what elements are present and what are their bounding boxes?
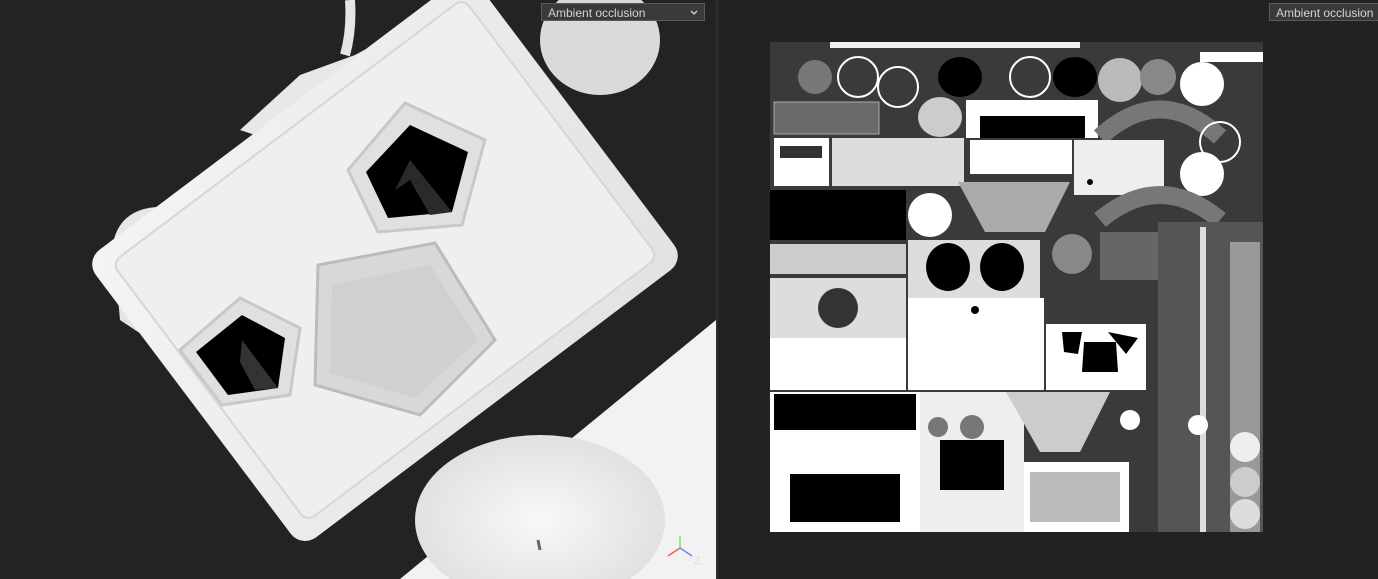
channel-select-3d[interactable]: Ambient occlusion: [541, 3, 705, 21]
chevron-down-icon: [689, 4, 699, 20]
cable-top: [340, 0, 356, 57]
axis-z-label: Z: [694, 555, 701, 567]
channel-select-uv[interactable]: Ambient occlusion: [1269, 3, 1378, 21]
texture-atlas: [770, 42, 1263, 532]
ao-texture-map[interactable]: [718, 0, 1378, 579]
disc-pin: [536, 539, 542, 551]
channel-select-value: Ambient occlusion: [1276, 6, 1374, 20]
channel-select-value: Ambient occlusion: [548, 6, 646, 20]
3d-viewport[interactable]: Z Ambient occlusion: [0, 0, 716, 579]
uv-texture-viewport[interactable]: Ambient occlusion: [718, 0, 1378, 579]
3d-model-render[interactable]: Z: [0, 0, 716, 579]
